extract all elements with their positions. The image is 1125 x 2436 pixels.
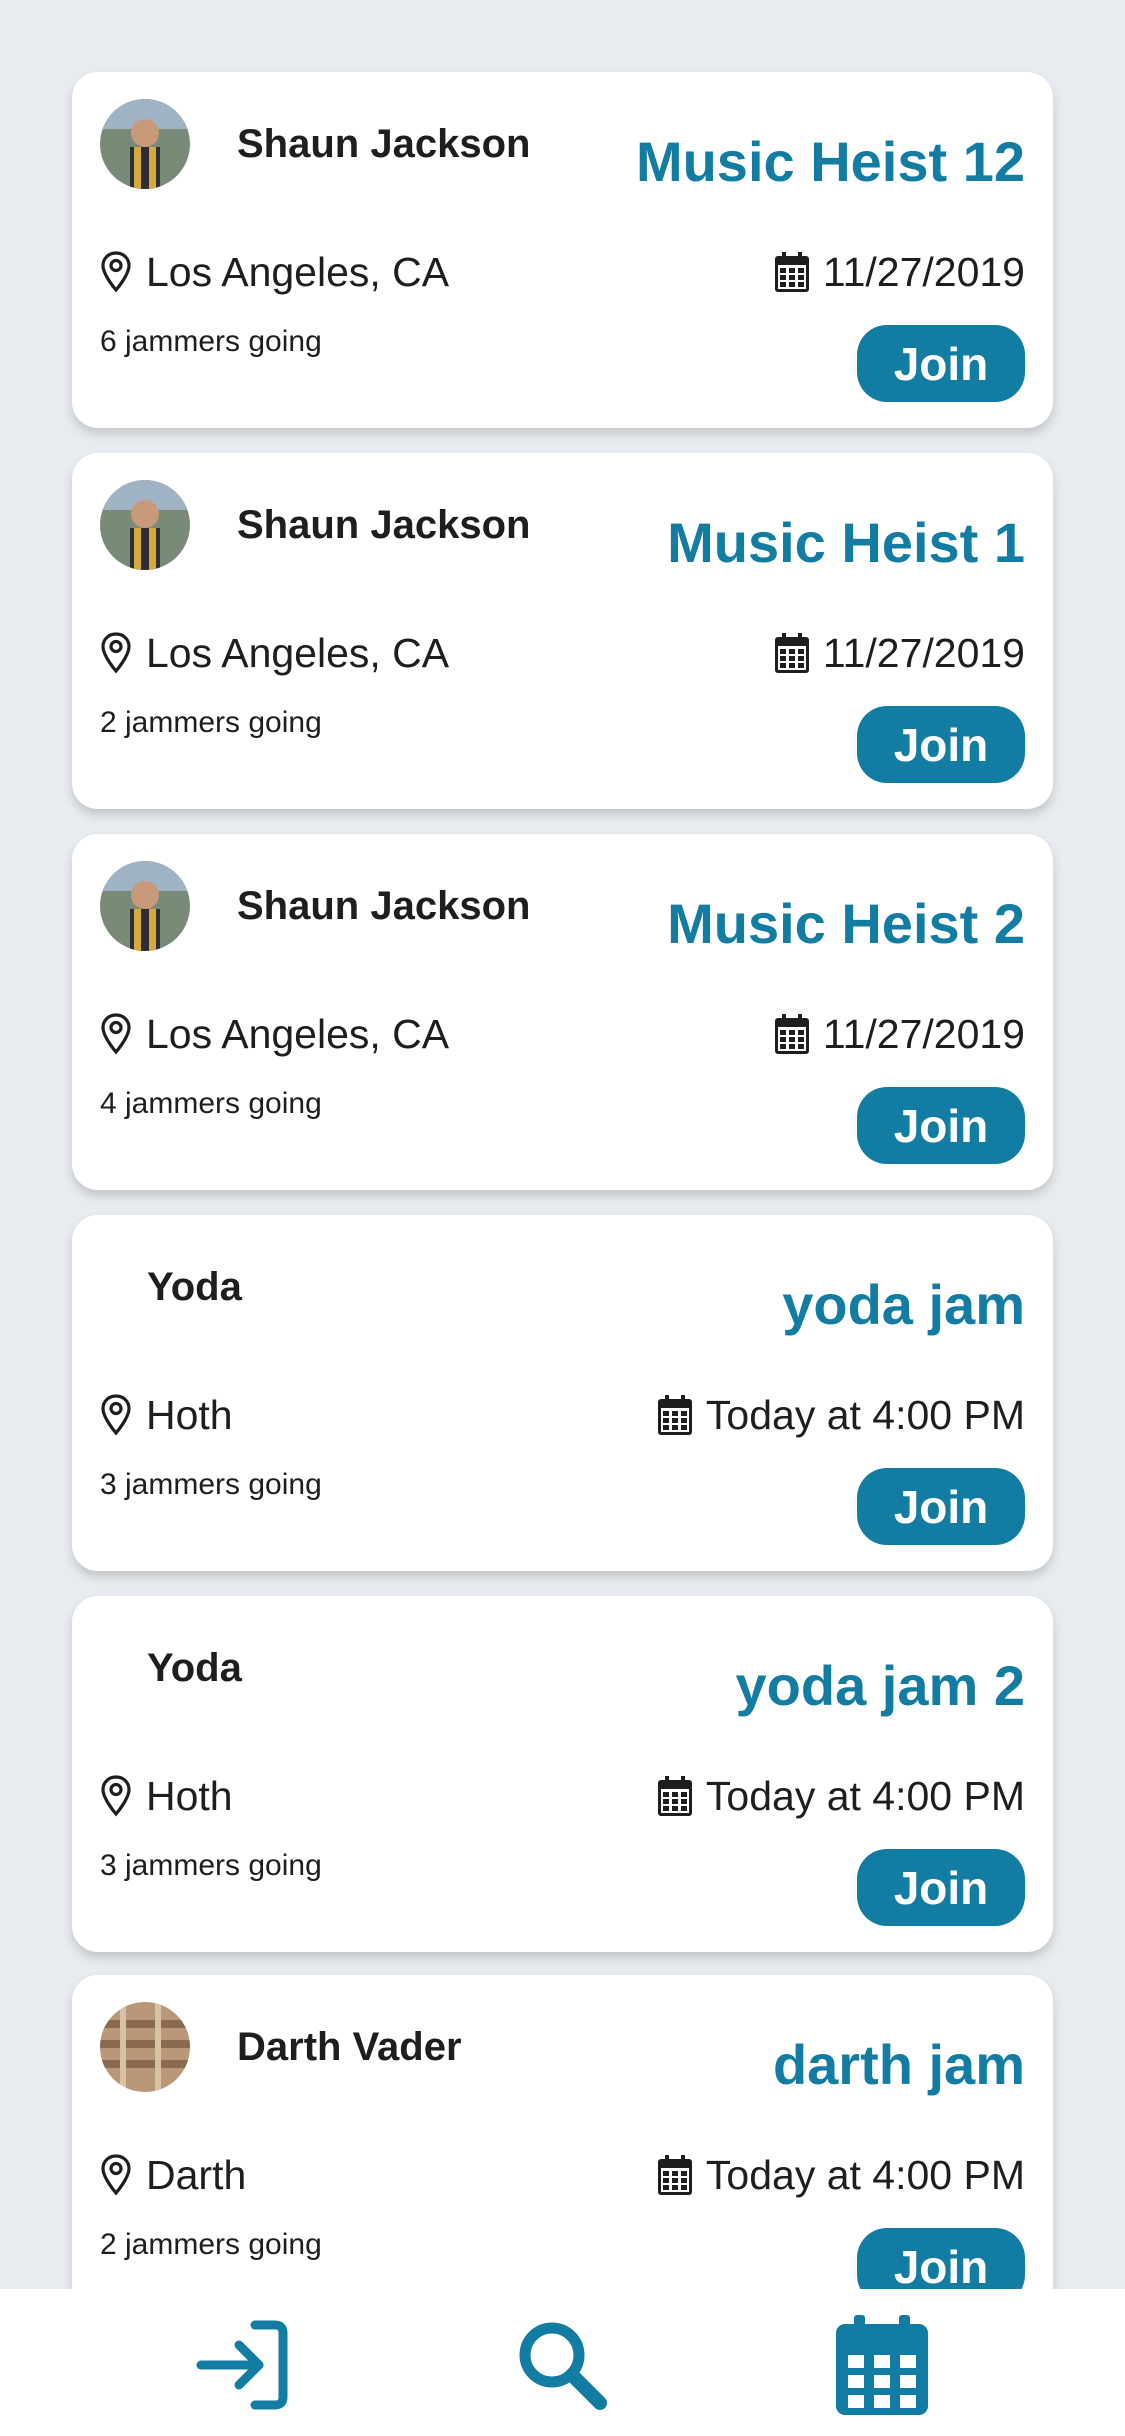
calendar-icon — [774, 633, 809, 673]
location-text: Los Angeles, CA — [146, 629, 450, 676]
join-button[interactable]: Join — [857, 1468, 1025, 1545]
nav-search[interactable] — [512, 2317, 612, 2417]
event-title[interactable]: Music Heist 1 — [667, 510, 1025, 575]
location-text: Hoth — [146, 1391, 233, 1438]
host-avatar — [100, 99, 190, 189]
event-card[interactable]: Shaun Jackson Music Heist 1 Los Angeles,… — [72, 453, 1053, 809]
nav-sign-in[interactable] — [193, 2317, 293, 2417]
attendee-count: 4 jammers going — [100, 1087, 322, 1120]
event-date: Today at 4:00 PM — [657, 1390, 1025, 1440]
event-location: Los Angeles, CA — [100, 1009, 449, 1059]
event-title[interactable]: darth jam — [773, 2032, 1025, 2097]
map-pin-icon — [100, 2154, 132, 2196]
attendee-count: 3 jammers going — [100, 1468, 322, 1501]
date-text: Today at 4:00 PM — [705, 2151, 1025, 2198]
attendee-count: 2 jammers going — [100, 2228, 322, 2261]
host-avatar — [100, 861, 190, 951]
map-pin-icon — [100, 1394, 132, 1436]
host-name: Shaun Jackson — [237, 884, 531, 928]
location-text: Darth — [146, 2151, 247, 2198]
event-title[interactable]: Music Heist 2 — [667, 891, 1025, 956]
calendar-icon — [657, 1395, 692, 1435]
join-button[interactable]: Join — [857, 2228, 1025, 2289]
event-feed[interactable]: Shaun Jackson Music Heist 12 Los Angeles… — [0, 0, 1125, 2289]
event-card[interactable]: Yoda yoda jam 2 Hoth Today at 4:00 PM 3 … — [72, 1596, 1053, 1952]
location-text: Los Angeles, CA — [146, 1010, 450, 1057]
event-location: Los Angeles, CA — [100, 628, 449, 678]
join-button[interactable]: Join — [857, 706, 1025, 783]
calendar-icon — [836, 2314, 928, 2420]
calendar-icon — [657, 2155, 692, 2195]
event-date: Today at 4:00 PM — [657, 1771, 1025, 1821]
event-date: Today at 4:00 PM — [657, 2150, 1025, 2200]
event-card[interactable]: Yoda yoda jam Hoth Today at 4:00 PM 3 ja… — [72, 1215, 1053, 1571]
host-avatar — [100, 480, 190, 570]
map-pin-icon — [100, 1775, 132, 1817]
join-button[interactable]: Join — [857, 1849, 1025, 1926]
date-text: 11/27/2019 — [822, 629, 1025, 676]
map-pin-icon — [100, 1013, 132, 1055]
host-name: Darth Vader — [237, 2025, 462, 2069]
date-text: Today at 4:00 PM — [705, 1391, 1025, 1438]
event-title[interactable]: yoda jam — [782, 1272, 1025, 1337]
event-location: Darth — [100, 2150, 246, 2200]
event-location: Hoth — [100, 1390, 233, 1440]
event-title[interactable]: Music Heist 12 — [636, 129, 1025, 194]
calendar-icon — [657, 1776, 692, 1816]
event-date: 11/27/2019 — [774, 1009, 1025, 1059]
date-text: Today at 4:00 PM — [705, 1772, 1025, 1819]
location-text: Hoth — [146, 1772, 233, 1819]
event-card[interactable]: Shaun Jackson Music Heist 12 Los Angeles… — [72, 72, 1053, 428]
event-date: 11/27/2019 — [774, 628, 1025, 678]
event-card[interactable]: Shaun Jackson Music Heist 2 Los Angeles,… — [72, 834, 1053, 1190]
host-avatar — [100, 2002, 190, 2092]
calendar-icon — [774, 1014, 809, 1054]
attendee-count: 3 jammers going — [100, 1849, 322, 1882]
host-name: Shaun Jackson — [237, 503, 531, 547]
event-title[interactable]: yoda jam 2 — [736, 1653, 1025, 1718]
attendee-count: 2 jammers going — [100, 706, 322, 739]
calendar-icon — [774, 252, 809, 292]
sign-in-icon — [195, 2317, 291, 2418]
host-name: Yoda — [147, 1646, 242, 1690]
host-name: Yoda — [147, 1265, 242, 1309]
nav-calendar[interactable] — [832, 2314, 932, 2420]
location-text: Los Angeles, CA — [146, 248, 450, 295]
map-pin-icon — [100, 632, 132, 674]
map-pin-icon — [100, 251, 132, 293]
event-location: Hoth — [100, 1771, 233, 1821]
bottom-nav — [0, 2289, 1125, 2436]
join-button[interactable]: Join — [857, 325, 1025, 402]
event-location: Los Angeles, CA — [100, 247, 449, 297]
attendee-count: 6 jammers going — [100, 325, 322, 358]
join-button[interactable]: Join — [857, 1087, 1025, 1164]
event-card[interactable]: Darth Vader darth jam Darth Today at 4:0… — [72, 1975, 1053, 2289]
date-text: 11/27/2019 — [822, 1010, 1025, 1057]
event-date: 11/27/2019 — [774, 247, 1025, 297]
host-name: Shaun Jackson — [237, 122, 531, 166]
search-icon — [514, 2317, 610, 2418]
date-text: 11/27/2019 — [822, 248, 1025, 295]
